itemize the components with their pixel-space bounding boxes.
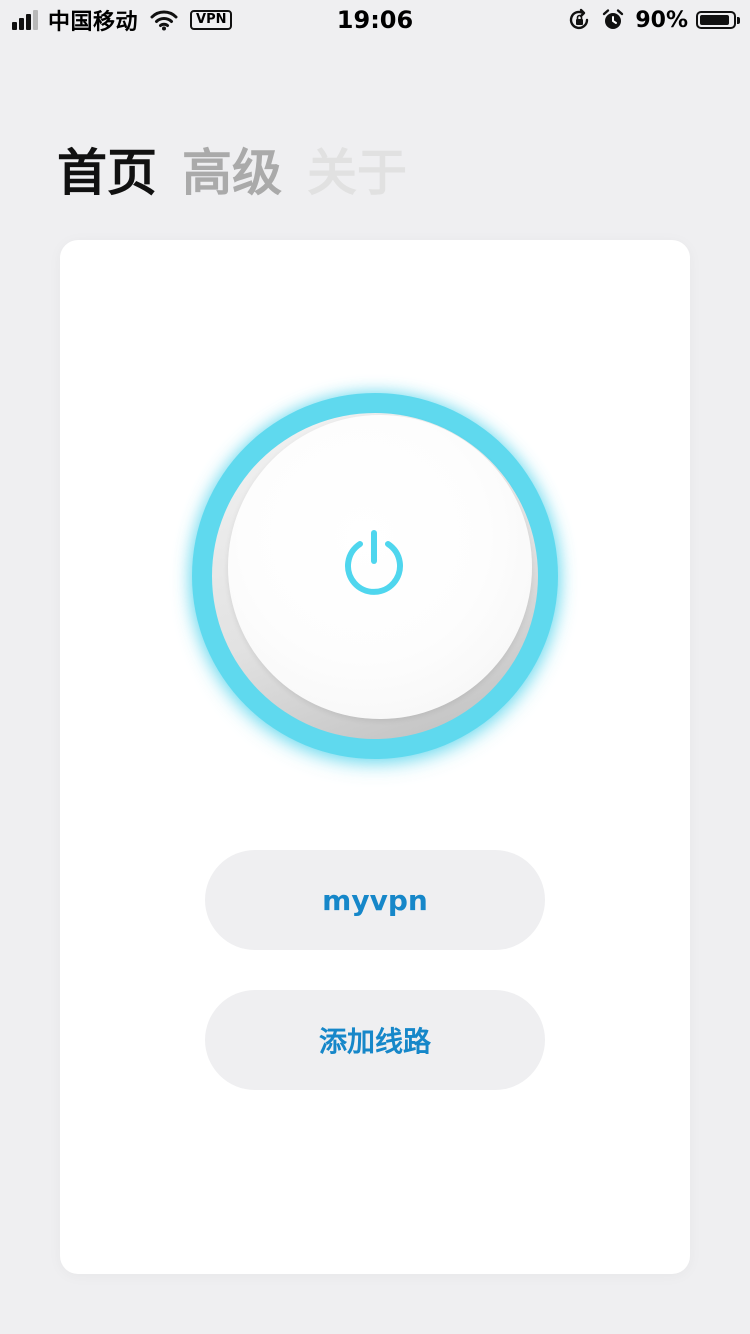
route-select-button[interactable]: myvpn xyxy=(205,850,545,950)
alarm-icon xyxy=(601,8,625,32)
add-route-button[interactable]: 添加线路 xyxy=(205,990,545,1090)
tab-home[interactable]: 首页 xyxy=(57,142,157,204)
orientation-lock-icon xyxy=(567,8,591,32)
status-bar-right: 90% xyxy=(557,6,740,34)
power-button-face[interactable] xyxy=(228,415,532,719)
battery-icon xyxy=(696,11,740,29)
tab-bar: 首页 高级 关于 xyxy=(57,142,432,204)
tab-advanced[interactable]: 高级 xyxy=(182,142,282,204)
power-button[interactable] xyxy=(192,393,558,759)
status-bar: 中国移动 VPN 19:06 90% xyxy=(0,0,750,40)
power-icon xyxy=(345,530,403,595)
battery-percent: 90% xyxy=(635,7,688,33)
tab-about[interactable]: 关于 xyxy=(307,142,407,204)
battery-level xyxy=(700,15,729,25)
